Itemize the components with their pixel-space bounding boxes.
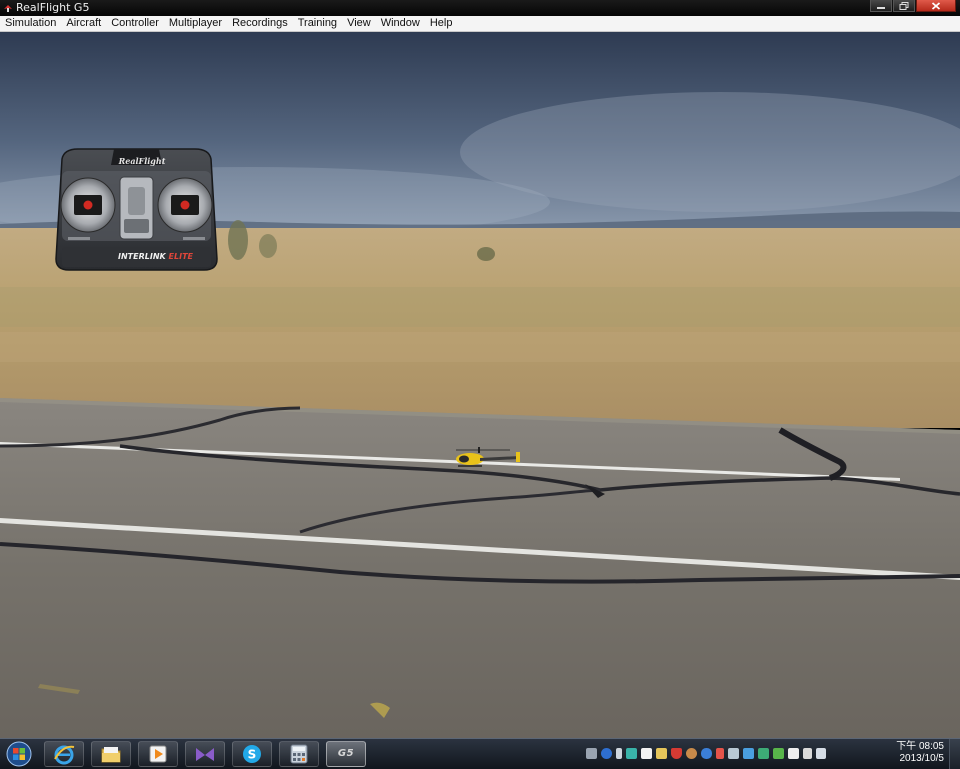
shield-icon[interactable] xyxy=(671,747,682,759)
skype-icon: S xyxy=(243,745,261,763)
keyboard-icon[interactable] xyxy=(586,747,597,759)
realflight-g5-icon: G5 xyxy=(337,748,355,759)
menu-bar: Simulation Aircraft Controller Multiplay… xyxy=(0,16,960,32)
taskbar: S G5 下午 08:05 2013/10/5 xyxy=(0,738,960,769)
flag-icon[interactable] xyxy=(788,747,799,759)
power-icon[interactable] xyxy=(803,747,812,759)
title-bar: RealFlight G5 xyxy=(0,0,960,16)
arrow-icon[interactable] xyxy=(716,747,724,759)
scene-render xyxy=(0,32,960,738)
taskbar-media-player[interactable] xyxy=(138,741,178,767)
window-title: RealFlight G5 xyxy=(16,1,90,14)
svg-text:S: S xyxy=(248,748,257,762)
internet-explorer-icon xyxy=(54,745,75,765)
visual-studio-icon xyxy=(196,748,214,761)
menu-recordings[interactable]: Recordings xyxy=(227,16,293,31)
controller-brand: RealFlight xyxy=(118,156,166,166)
clock-date: 2013/10/5 xyxy=(899,753,945,764)
menu-training[interactable]: Training xyxy=(293,16,342,31)
helicopter-icon xyxy=(456,447,520,467)
taskbar-realflight[interactable]: G5 xyxy=(326,741,366,767)
menu-multiplayer[interactable]: Multiplayer xyxy=(164,16,227,31)
chat-icon[interactable] xyxy=(728,747,739,759)
display-icon[interactable] xyxy=(743,747,754,759)
restore-button[interactable] xyxy=(893,0,915,12)
taskbar-clock[interactable]: 下午 08:05 2013/10/5 xyxy=(892,741,944,765)
restore-icon xyxy=(899,1,909,10)
taskbar-calculator[interactable] xyxy=(279,741,319,767)
show-desktop-button[interactable] xyxy=(949,739,960,769)
clock-time: 下午 08:05 xyxy=(896,741,944,752)
menu-view[interactable]: View xyxy=(342,16,376,31)
menu-window[interactable]: Window xyxy=(376,16,425,31)
menu-controller[interactable]: Controller xyxy=(106,16,164,31)
note-icon[interactable] xyxy=(641,747,652,759)
bug-icon[interactable] xyxy=(686,747,697,759)
menu-help[interactable]: Help xyxy=(425,16,458,31)
controller-model-row: INTERLINK ELITE xyxy=(118,252,193,264)
minimize-button[interactable] xyxy=(870,0,892,12)
menu-simulation[interactable]: Simulation xyxy=(0,16,61,31)
volume-icon[interactable] xyxy=(816,747,826,759)
menu-aircraft[interactable]: Aircraft xyxy=(61,16,106,31)
simulation-viewport[interactable]: RealFlight INTERLINK ELITE xyxy=(0,32,960,738)
leaf-icon[interactable] xyxy=(773,747,784,759)
taskbar-skype[interactable]: S xyxy=(232,741,272,767)
taskbar-file-explorer[interactable] xyxy=(91,741,131,767)
close-button[interactable] xyxy=(916,0,956,12)
system-tray xyxy=(586,745,830,761)
usb-icon[interactable] xyxy=(616,747,622,759)
taskbar-visual-studio[interactable] xyxy=(185,741,225,767)
monitor-icon[interactable] xyxy=(656,747,667,759)
network-icon[interactable] xyxy=(626,747,637,759)
media-player-icon xyxy=(149,745,167,763)
start-button[interactable] xyxy=(4,741,34,767)
sync-icon[interactable] xyxy=(758,747,769,759)
controller-model: INTERLINK xyxy=(118,252,166,261)
taskbar-internet-explorer[interactable] xyxy=(44,741,84,767)
file-explorer-icon xyxy=(101,747,121,763)
calculator-icon xyxy=(290,744,308,764)
minimize-icon xyxy=(877,6,885,9)
app-icon xyxy=(4,5,12,12)
bluetooth-icon[interactable] xyxy=(701,747,712,759)
help-icon[interactable] xyxy=(601,747,612,759)
window-controls xyxy=(869,0,956,14)
close-icon xyxy=(931,1,941,10)
controller-edition: ELITE xyxy=(168,252,193,261)
